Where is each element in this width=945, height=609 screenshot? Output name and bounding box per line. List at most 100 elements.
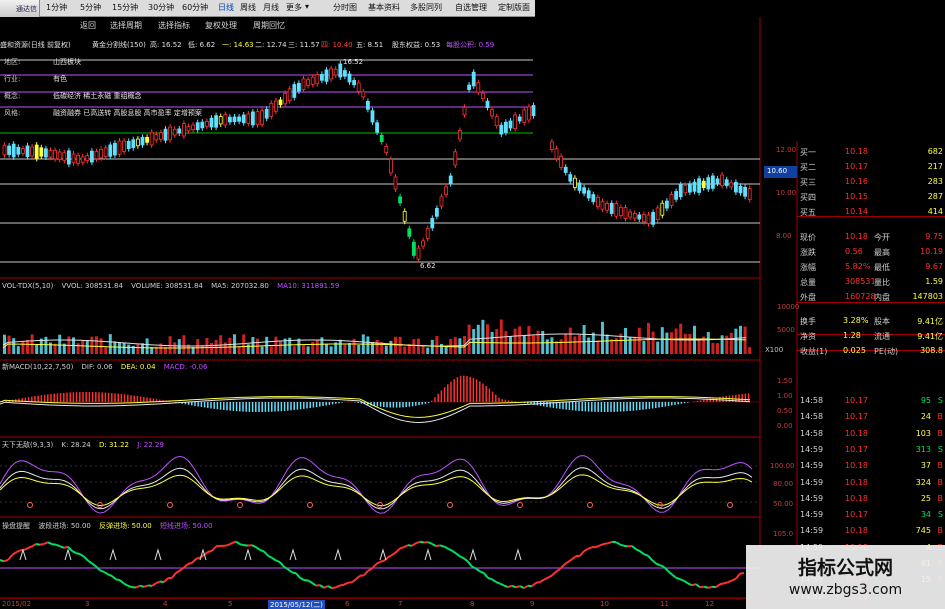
candle xyxy=(131,139,136,149)
stat-label: 股本 xyxy=(874,317,890,326)
stat-label: PE(动) xyxy=(874,347,899,356)
alert-step xyxy=(671,573,677,579)
alert-step xyxy=(0,559,5,563)
alert-step xyxy=(331,586,337,590)
candle xyxy=(135,138,140,147)
kdj-name: 天下无敌(9,3,3) xyxy=(2,441,54,449)
alert-marker xyxy=(154,548,162,561)
volume-bar xyxy=(279,341,282,354)
time-axis-label: 4 xyxy=(163,600,168,608)
volume-bar xyxy=(389,340,393,354)
volume-bar xyxy=(688,333,692,354)
candle xyxy=(614,203,619,217)
macd-axis-4: 0.00 xyxy=(777,422,793,430)
tick-price: 10.18 xyxy=(845,461,868,471)
kdj-axis-50: 50.00 xyxy=(773,500,794,508)
alert-step xyxy=(299,576,305,582)
alert-step xyxy=(675,576,681,581)
candle xyxy=(113,142,117,156)
alert-name: 操盘提醒 xyxy=(2,522,30,530)
alert-step xyxy=(543,576,549,581)
alert-step xyxy=(679,578,685,582)
volume-bar xyxy=(366,336,370,354)
candle xyxy=(241,114,246,124)
alert-step xyxy=(3,559,9,563)
tick-row: 14:58 10.17 95 S xyxy=(797,394,945,409)
volume-bar xyxy=(297,338,301,354)
alert-step xyxy=(555,568,561,573)
volume-bar xyxy=(651,331,655,354)
alert-step xyxy=(391,551,397,556)
alert-marker xyxy=(19,548,27,561)
alert-step xyxy=(327,585,333,590)
alert-step xyxy=(431,542,437,547)
candle xyxy=(379,134,384,143)
kdj-d-line xyxy=(0,474,753,507)
candle xyxy=(513,114,517,129)
volume-bar xyxy=(559,339,563,354)
volume-bar xyxy=(426,347,430,354)
volume-bar xyxy=(292,346,296,354)
stat-value: 160728 xyxy=(845,292,876,301)
alert-step xyxy=(295,572,301,579)
alert-marker xyxy=(64,548,72,561)
candle xyxy=(527,106,531,121)
alert-step xyxy=(59,545,65,549)
stat-label: 现价 xyxy=(800,233,816,242)
candle xyxy=(25,145,30,158)
alert-step xyxy=(211,545,217,552)
volume-bar xyxy=(136,344,140,354)
stat-label: 流通 xyxy=(874,332,890,341)
alert-step xyxy=(447,547,453,552)
volume-bar xyxy=(81,340,85,354)
tick-volume: 24 xyxy=(920,412,931,422)
alert-step xyxy=(283,565,289,571)
alert-step xyxy=(615,541,621,546)
volume-bar xyxy=(518,326,522,354)
stat-label: 最低 xyxy=(874,263,890,272)
volume-bar xyxy=(716,343,719,354)
candle xyxy=(660,202,665,216)
alert-marker xyxy=(109,548,117,561)
kdj-marker xyxy=(517,502,523,508)
candle xyxy=(195,122,200,131)
candle xyxy=(365,101,370,110)
candle xyxy=(384,145,389,154)
candle xyxy=(306,79,311,86)
volume-bar xyxy=(95,336,98,354)
volume-bar xyxy=(637,327,641,354)
tick-time: 14:59 xyxy=(800,510,824,520)
candle xyxy=(103,147,108,157)
stat-value: 1.59 xyxy=(925,277,943,286)
tick-price: 10.18 xyxy=(845,493,868,503)
stat-row: 外盘 160728 内盘 147803 xyxy=(797,290,945,305)
alert-step xyxy=(499,582,505,587)
candle xyxy=(53,150,57,160)
alert-step xyxy=(691,583,697,587)
candle xyxy=(200,121,205,129)
candle xyxy=(724,179,729,186)
volume-bar xyxy=(7,335,11,354)
candle xyxy=(434,207,439,217)
alert-step xyxy=(607,540,613,545)
alert-step xyxy=(235,540,241,546)
candle xyxy=(90,150,94,163)
volume-bar xyxy=(237,346,241,354)
tick-side: S xyxy=(937,510,943,520)
volume-bar xyxy=(343,344,347,354)
volume-bar xyxy=(182,335,186,354)
tick-time: 14:58 xyxy=(800,428,824,438)
alert-step xyxy=(635,548,641,553)
alert-step xyxy=(355,574,361,580)
candle xyxy=(71,153,76,164)
volume-bar xyxy=(251,336,255,354)
alert-step xyxy=(735,573,741,580)
candle xyxy=(99,149,103,159)
style-value: 融资融券 已高送转 高股息股 高市盈率 定增预案 xyxy=(53,109,202,117)
alert-step xyxy=(667,570,673,576)
volume-bar xyxy=(633,336,637,354)
candle xyxy=(255,111,260,126)
tick-price: 10.18 xyxy=(845,428,868,438)
alert-step xyxy=(7,554,13,561)
alert-step xyxy=(227,542,233,547)
